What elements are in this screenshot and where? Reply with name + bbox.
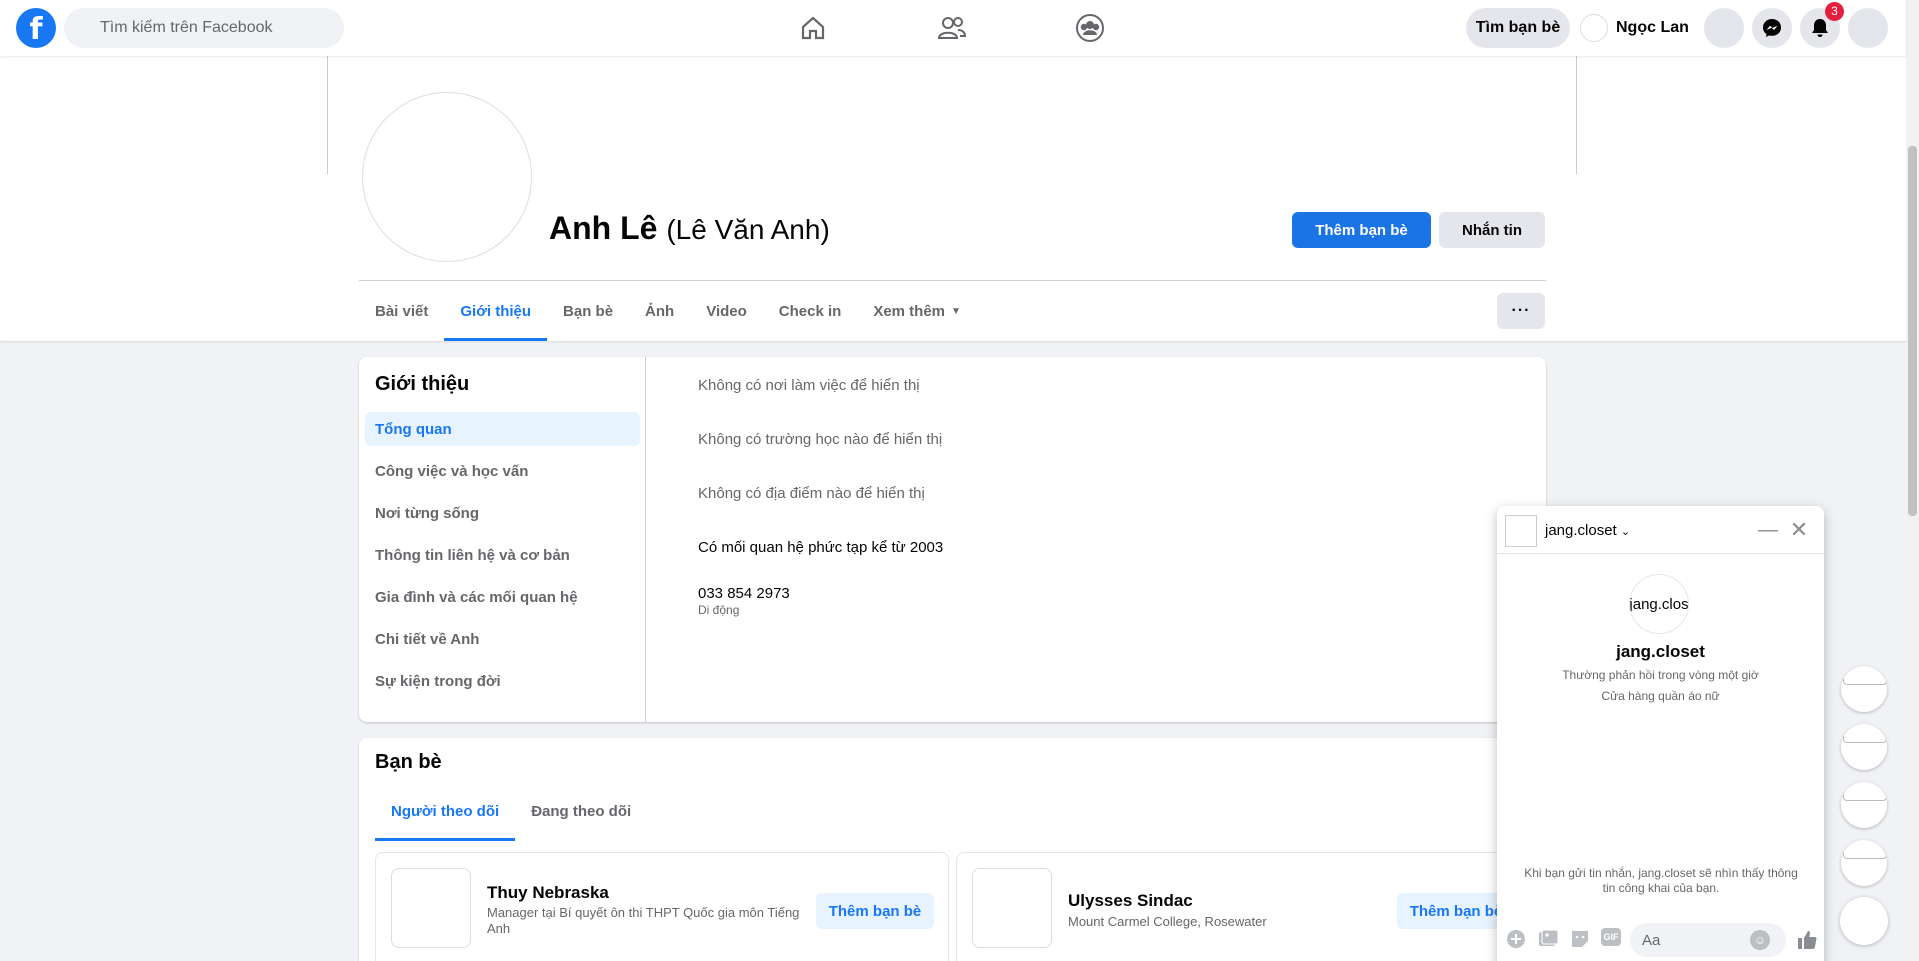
- close-icon[interactable]: ✕: [1787, 517, 1811, 542]
- minimize-icon[interactable]: —: [1756, 518, 1780, 542]
- phone-type: Di động: [698, 603, 740, 617]
- messenger-icon: [1763, 19, 1781, 37]
- chat-avatar-alt-text: jang.clos: [1629, 595, 1689, 613]
- scrollbar-thumb[interactable]: [1908, 146, 1917, 516]
- about-sidebar: Giới thiệu Tổng quan Công việc và học vấ…: [359, 357, 646, 722]
- account-avatar[interactable]: [1848, 8, 1888, 48]
- bell-icon: [1812, 19, 1828, 37]
- profile-header: Anh Lê (Lê Văn Anh) Thêm bạn bè Nhắn tin…: [0, 56, 1906, 341]
- chat-window: jang.closet ⌄ — ✕ jang.clos jang.closet …: [1497, 506, 1824, 961]
- about-card: Giới thiệu Tổng quan Công việc và học vấ…: [359, 357, 1546, 722]
- facebook-logo-icon[interactable]: f: [16, 8, 56, 48]
- profile-tabs: Bài viết Giới thiệu Bạn bè Ảnh Video Che…: [359, 281, 977, 341]
- tab-following[interactable]: Đang theo dõi: [515, 781, 647, 841]
- more-options-button[interactable]: ···: [1497, 293, 1545, 329]
- chevron-down-icon: ⌄: [1620, 526, 1631, 538]
- about-menu: Tổng quan Công việc và học vấn Nơi từng …: [365, 412, 640, 706]
- chat-head-bubble[interactable]: [1841, 840, 1887, 886]
- chat-header: jang.closet ⌄ — ✕: [1497, 506, 1824, 554]
- plus-icon[interactable]: [1505, 928, 1527, 950]
- search-input[interactable]: [64, 8, 344, 48]
- message-button[interactable]: Nhắn tin: [1439, 212, 1545, 248]
- about-menu-details[interactable]: Chi tiết về Anh: [365, 622, 640, 656]
- gif-icon[interactable]: GIF: [1601, 928, 1621, 946]
- chat-response-time: Thường phản hồi trong vòng một giờ: [1562, 668, 1759, 682]
- profile-shortcut[interactable]: Ngọc Lan: [1580, 8, 1689, 48]
- about-menu-family[interactable]: Gia đình và các mối quan hệ: [365, 580, 640, 614]
- friend-item: Thuy Nebraska Manager tại Bí quyết ôn th…: [375, 852, 949, 961]
- friends-card: Bạn bè Người theo dõi Đang theo dõi Thuy…: [359, 738, 1546, 961]
- work-info: Không có nơi làm việc để hiển thị: [698, 377, 920, 394]
- cover-border-right: [1576, 56, 1577, 174]
- caret-down-icon: ▼: [951, 305, 961, 317]
- about-menu-work-education[interactable]: Công việc và học vấn: [365, 454, 640, 488]
- message-label: Nhắn tin: [1462, 221, 1522, 239]
- friend-add-button[interactable]: Thêm bạn bè: [816, 893, 934, 929]
- home-icon[interactable]: [797, 12, 829, 44]
- friend-name[interactable]: Ulysses Sindac: [1068, 891, 1193, 911]
- page-scrollbar[interactable]: [1906, 0, 1919, 961]
- chat-title[interactable]: jang.closet ⌄: [1545, 522, 1630, 539]
- tab-videos[interactable]: Video: [690, 281, 763, 341]
- about-menu-contact-basic[interactable]: Thông tin liên hệ và cơ bản: [365, 538, 640, 572]
- sticker-icon[interactable]: [1569, 928, 1591, 950]
- friends-icon[interactable]: [936, 12, 968, 44]
- friend-description: Mount Carmel College, Rosewater: [1068, 914, 1267, 929]
- friends-title: Bạn bè: [375, 751, 442, 773]
- about-menu-places[interactable]: Nơi từng sống: [365, 496, 640, 530]
- about-title: Giới thiệu: [375, 373, 470, 395]
- thumbs-up-icon[interactable]: [1795, 928, 1819, 952]
- avatar: [1580, 14, 1608, 42]
- profile-avatar[interactable]: [362, 92, 532, 262]
- chat-profile-name: jang.closet: [1616, 642, 1705, 661]
- tab-more-label: Xem thêm: [873, 302, 946, 320]
- tab-posts[interactable]: Bài viết: [359, 281, 444, 341]
- notifications-button[interactable]: 3: [1800, 2, 1844, 48]
- places-info: Không có địa điểm nào để hiển thị: [698, 485, 925, 502]
- friend-description: Manager tại Bí quyết ôn thi THPT Quốc gi…: [487, 905, 800, 936]
- school-info: Không có trường học nào để hiển thị: [698, 431, 943, 448]
- new-message-button[interactable]: [1840, 897, 1888, 945]
- phone-number: 033 854 2973: [698, 585, 790, 602]
- add-friend-button[interactable]: Thêm bạn bè: [1292, 212, 1431, 248]
- tab-about[interactable]: Giới thiệu: [444, 281, 547, 341]
- profile-name: Anh Lê (Lê Văn Anh): [549, 210, 830, 247]
- chat-category: Cửa hàng quần áo nữ: [1601, 689, 1720, 703]
- chat-contact-name: jang.closet: [1545, 522, 1617, 539]
- friends-tabs: Người theo dõi Đang theo dõi: [375, 781, 647, 841]
- tab-followers[interactable]: Người theo dõi: [375, 781, 516, 841]
- tab-more[interactable]: Xem thêm ▼: [857, 281, 977, 341]
- about-menu-life-events[interactable]: Sự kiện trong đời: [365, 664, 640, 698]
- chat-head-bubble[interactable]: [1841, 782, 1887, 828]
- friend-item: Ulysses Sindac Mount Carmel College, Ros…: [956, 852, 1530, 961]
- chat-head-bubble[interactable]: [1841, 724, 1887, 770]
- notification-badge: 3: [1825, 2, 1844, 21]
- messenger-button[interactable]: [1752, 8, 1792, 48]
- tab-checkins[interactable]: Check in: [763, 281, 858, 341]
- user-name: Ngọc Lan: [1616, 19, 1689, 36]
- top-navigation-bar: f Tìm bạn bè Ngọc Lan 3: [0, 0, 1906, 56]
- chat-head-bubble[interactable]: [1841, 666, 1887, 712]
- chat-composer: GIF ☺: [1497, 914, 1824, 961]
- friend-avatar[interactable]: [391, 868, 471, 948]
- add-friend-label: Thêm bạn bè: [1315, 221, 1408, 239]
- about-menu-overview[interactable]: Tổng quan: [365, 412, 640, 446]
- groups-icon[interactable]: [1074, 12, 1106, 44]
- friend-name[interactable]: Thuy Nebraska: [487, 883, 609, 903]
- chat-privacy-notice: Khi bạn gửi tin nhắn, jang.closet sẽ nhì…: [1524, 866, 1798, 895]
- photo-icon[interactable]: [1537, 928, 1559, 950]
- friend-avatar[interactable]: [972, 868, 1052, 948]
- find-friends-button[interactable]: Tìm bạn bè: [1466, 8, 1570, 48]
- profile-alternate-name: (Lê Văn Anh): [666, 214, 830, 245]
- emoji-icon[interactable]: ☺: [1750, 930, 1770, 950]
- cover-border-left: [327, 56, 328, 174]
- chat-avatar[interactable]: [1505, 515, 1537, 547]
- tab-photos[interactable]: Ảnh: [629, 281, 690, 341]
- relationship-info: Có mối quan hệ phức tạp kể từ 2003: [698, 539, 944, 556]
- tab-friends[interactable]: Bạn bè: [547, 281, 629, 341]
- menu-button[interactable]: [1704, 8, 1744, 48]
- chat-profile-avatar[interactable]: jang.clos: [1629, 574, 1689, 634]
- profile-display-name: Anh Lê: [549, 210, 658, 246]
